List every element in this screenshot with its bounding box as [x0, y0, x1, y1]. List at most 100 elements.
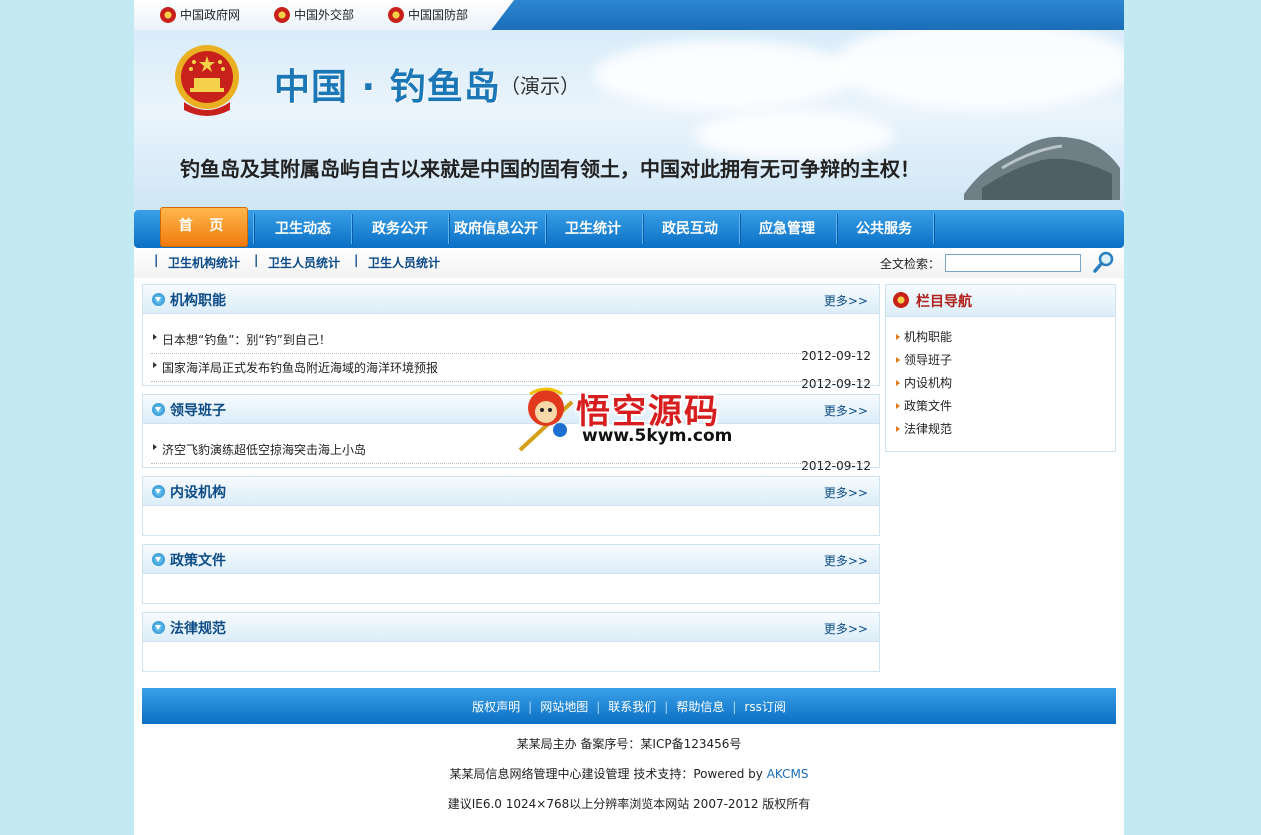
national-emblem-icon — [160, 6, 176, 23]
sidebar-item-leadership[interactable]: 领导班子 — [896, 351, 952, 368]
circle-arrow-icon — [152, 553, 165, 566]
footer-copyright: 建议IE6.0 1024×768以上分辨率浏览本网站 2007-2012 版权所… — [447, 797, 811, 811]
sidebar-item-label: 机构职能 — [904, 330, 953, 344]
national-emblem-icon — [388, 6, 404, 23]
section-leadership: 领导班子 更多>> 济空飞豹演练超低空掠海突击海上小岛 2012-09-12 — [142, 394, 880, 473]
subnav-link-personnel-stats-2[interactable]: 卫生人员统计 — [368, 254, 440, 271]
subnav-divider: | — [354, 253, 359, 267]
subnav-link-personnel-stats[interactable]: 卫生人员统计 — [268, 254, 340, 271]
cloud-decoration — [594, 40, 854, 110]
section-header: 内设机构 更多>> — [143, 477, 879, 506]
header-banner: 中国 · 钓鱼岛 （演示） 钓鱼岛及其附属岛屿自古以来就是中国的固有领土，中国对… — [134, 30, 1124, 210]
nav-item-emergency[interactable]: 应急管理 — [739, 210, 835, 248]
footer-link-sitemap[interactable]: 网站地图 — [532, 700, 596, 714]
bullet-arrow-icon — [896, 403, 900, 409]
monkey-mascot-icon — [518, 387, 574, 452]
sidebar-header: 栏目导航 — [886, 285, 1115, 317]
cloud-decoration — [834, 30, 1124, 110]
sidebar-item-label: 法律规范 — [904, 422, 953, 436]
nav-home-button[interactable]: 首 页 — [160, 207, 248, 247]
banner-slogan: 钓鱼岛及其附属岛屿自古以来就是中国的固有领土，中国对此拥有无可争辩的主权！ — [180, 157, 920, 181]
sidebar-item-label: 政策文件 — [904, 399, 953, 413]
national-emblem-icon — [274, 6, 290, 23]
nav-item-info-disclosure[interactable]: 政府信息公开 — [448, 210, 544, 248]
watermark: 悟空源码 www.5kym.com — [516, 380, 742, 456]
top-link-foreign-affairs[interactable]: 中国外交部 — [274, 6, 354, 23]
circle-arrow-icon — [152, 621, 165, 634]
footer-links-bar: 版权声明 | 网站地图 | 联系我们 | 帮助信息 | rss订阅 — [142, 688, 1116, 724]
section-title: 内设机构 — [170, 485, 226, 501]
article-link[interactable]: 日本想“钓鱼”：别“钓”到自己！ — [162, 331, 331, 348]
subnav-divider: | — [254, 253, 259, 267]
more-link[interactable]: 更多>> — [824, 620, 868, 637]
top-link-label: 中国政府网 — [180, 8, 241, 22]
bullet-arrow-icon — [896, 357, 900, 363]
circle-arrow-icon — [152, 403, 165, 416]
bullet-arrow-icon — [896, 334, 900, 340]
footer-akcms-link[interactable]: AKCMS — [767, 767, 809, 781]
nav-item-health-statistics[interactable]: 卫生统计 — [545, 210, 641, 248]
circle-arrow-icon — [152, 293, 165, 306]
footer-tech-support: 某某局信息网络管理中心建设管理 技术支持：Powered by AKCMS — [134, 765, 1124, 782]
bullet-arrow-icon — [153, 334, 157, 340]
national-emblem-logo[interactable] — [174, 44, 240, 118]
article-link[interactable]: 济空飞豹演练超低空掠海突击海上小岛 — [162, 441, 366, 458]
more-link[interactable]: 更多>> — [824, 484, 868, 501]
footer-link-copyright[interactable]: 版权声明 — [464, 700, 528, 714]
nav-item-public-service[interactable]: 公共服务 — [836, 210, 932, 248]
search-label: 全文检索： — [880, 257, 941, 271]
section-functions: 机构职能 更多>> 日本想“钓鱼”：别“钓”到自己！ 2012-09-12 国家… — [142, 284, 880, 391]
top-links-bar: 中国政府网 中国外交部 中国国防部 — [134, 0, 1124, 30]
footer-tech-support-text: 某某局信息网络管理中心建设管理 技术支持：Powered by — [449, 767, 767, 781]
footer-links: 版权声明 | 网站地图 | 联系我们 | 帮助信息 | rss订阅 — [142, 698, 1116, 715]
top-link-gov[interactable]: 中国政府网 — [160, 6, 240, 23]
article-link[interactable]: 国家海洋局正式发布钓鱼岛附近海域的海洋环境预报 — [162, 359, 438, 376]
footer-link-rss[interactable]: rss订阅 — [736, 700, 793, 714]
nav-item-public-interaction[interactable]: 政民互动 — [642, 210, 738, 248]
top-link-label: 中国外交部 — [294, 8, 355, 22]
bullet-arrow-icon — [153, 362, 157, 368]
search-input[interactable] — [945, 254, 1081, 272]
article-date: 2012-09-12 — [801, 377, 871, 391]
national-emblem-icon — [893, 292, 909, 308]
section-title: 领导班子 — [170, 403, 226, 419]
list-item: 日本想“钓鱼”：别“钓”到自己！ 2012-09-12 — [151, 325, 871, 363]
section-title: 法律规范 — [170, 621, 226, 637]
article-date: 2012-09-12 — [801, 459, 871, 473]
sidebar-title: 栏目导航 — [916, 294, 972, 310]
more-link[interactable]: 更多>> — [824, 402, 868, 419]
sidebar-item-label: 领导班子 — [904, 353, 953, 367]
sidebar-item-policy-documents[interactable]: 政策文件 — [896, 397, 952, 414]
bullet-arrow-icon — [896, 380, 900, 386]
search-icon[interactable] — [1092, 250, 1116, 274]
nav-item-government-affairs[interactable]: 政务公开 — [352, 210, 448, 248]
footer-link-help[interactable]: 帮助信息 — [668, 700, 732, 714]
sidebar-item-label: 内设机构 — [904, 376, 953, 390]
sidebar-item-functions[interactable]: 机构职能 — [896, 328, 952, 345]
section-title: 机构职能 — [170, 293, 226, 309]
footer-link-contact[interactable]: 联系我们 — [600, 700, 664, 714]
section-policy-documents: 政策文件 更多>> — [142, 544, 880, 604]
page-container: 中国政府网 中国外交部 中国国防部 中国 · 钓鱼岛 （演示） 钓鱼岛及其附属岛… — [134, 0, 1124, 835]
bullet-arrow-icon — [153, 444, 157, 450]
sidebar-column-nav: 栏目导航 机构职能 领导班子 内设机构 政策文件 法律规范 — [885, 284, 1116, 452]
bullet-arrow-icon — [896, 426, 900, 432]
top-link-label: 中国国防部 — [408, 8, 469, 22]
sub-nav-bar: | 卫生机构统计 | 卫生人员统计 | 卫生人员统计 全文检索： — [134, 248, 1124, 278]
list-item: 国家海洋局正式发布钓鱼岛附近海域的海洋环境预报 2012-09-12 — [151, 353, 871, 391]
section-header: 政策文件 更多>> — [143, 545, 879, 574]
more-link[interactable]: 更多>> — [824, 292, 868, 309]
top-link-defense[interactable]: 中国国防部 — [388, 6, 468, 23]
section-internal-departments: 内设机构 更多>> — [142, 476, 880, 536]
sidebar-item-internal-departments[interactable]: 内设机构 — [896, 374, 952, 391]
sidebar-item-legal-regulations[interactable]: 法律规范 — [896, 420, 952, 437]
section-title: 政策文件 — [170, 553, 226, 569]
subnav-link-institution-stats[interactable]: 卫生机构统计 — [168, 254, 240, 271]
watermark-url: www.5kym.com — [582, 426, 733, 446]
nav-item-health-news[interactable]: 卫生动态 — [255, 210, 351, 248]
list-item: 济空飞豹演练超低空掠海突击海上小岛 2012-09-12 — [151, 435, 871, 473]
site-title: 中国 · 钓鱼岛 — [274, 67, 501, 108]
section-legal-regulations: 法律规范 更多>> — [142, 612, 880, 672]
subnav-divider: | — [154, 253, 159, 267]
more-link[interactable]: 更多>> — [824, 552, 868, 569]
